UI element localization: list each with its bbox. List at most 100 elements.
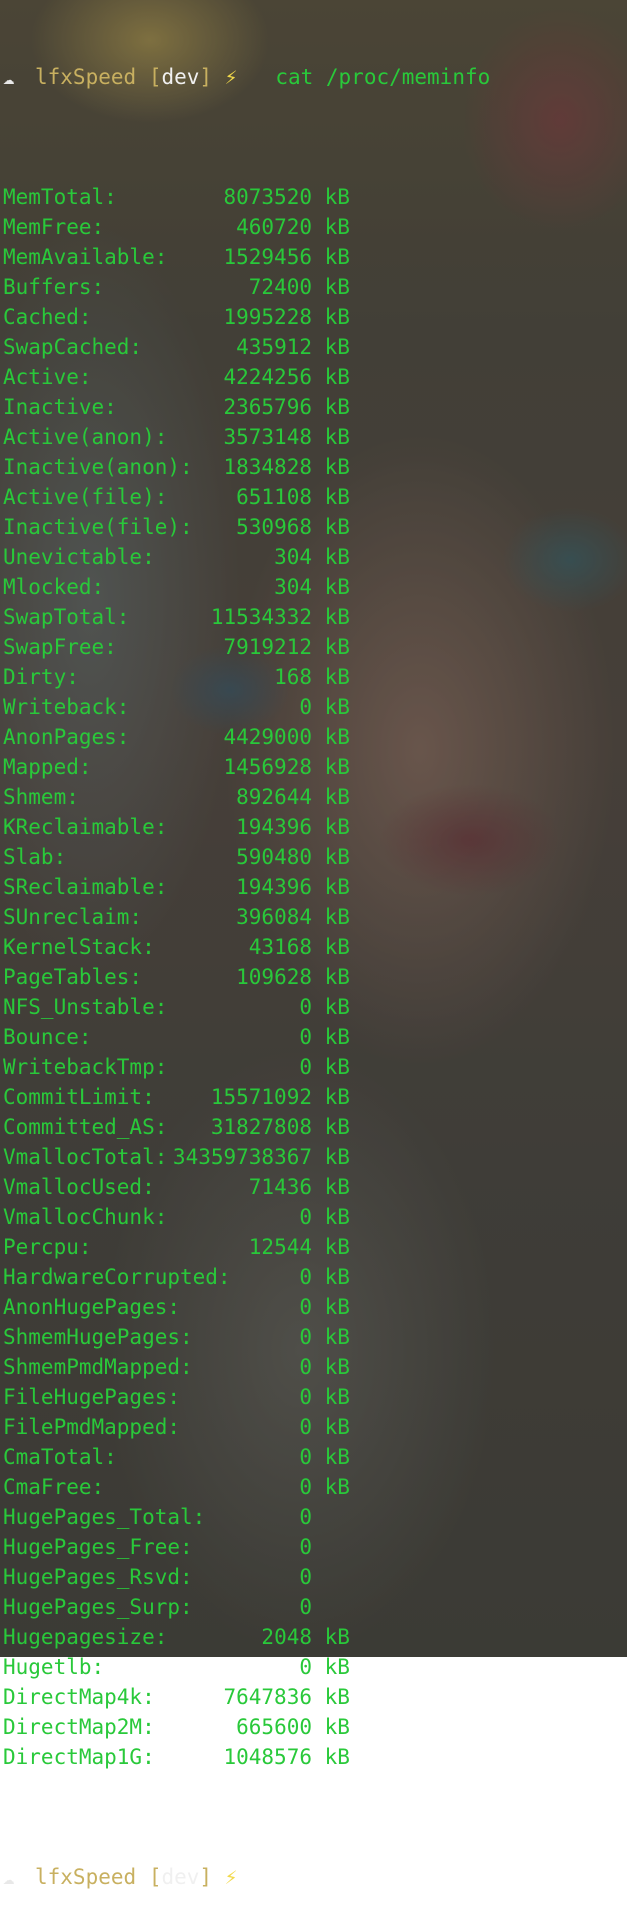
- meminfo-key: PageTables:: [3, 965, 143, 989]
- meminfo-key: DirectMap2M:: [3, 1715, 155, 1739]
- meminfo-row: MemAvailable: 1529456 kB: [3, 242, 627, 272]
- meminfo-value: 892644: [236, 785, 312, 809]
- meminfo-row: Percpu: 12544 kB: [3, 1232, 627, 1262]
- meminfo-key: Bounce:: [3, 1025, 92, 1049]
- meminfo-key: SwapCached:: [3, 335, 143, 359]
- meminfo-value: 34359738367: [172, 1145, 312, 1169]
- final-command-prompt[interactable]: ☁ lfxSpeed [dev] ⚡: [3, 1862, 627, 1892]
- meminfo-key: VmallocChunk:: [3, 1205, 168, 1229]
- meminfo-unit: kB: [324, 1625, 350, 1649]
- meminfo-value: 0: [299, 1445, 312, 1469]
- meminfo-unit: kB: [324, 485, 350, 509]
- meminfo-row: HugePages_Free: 0: [3, 1532, 627, 1562]
- meminfo-value: 4224256: [223, 365, 312, 389]
- meminfo-value: 109628: [236, 965, 312, 989]
- meminfo-unit: kB: [324, 185, 350, 209]
- meminfo-key: Inactive(anon):: [3, 455, 193, 479]
- meminfo-value: 435912: [236, 335, 312, 359]
- meminfo-key: NFS_Unstable:: [3, 995, 168, 1019]
- meminfo-unit: kB: [324, 1715, 350, 1739]
- meminfo-unit: kB: [324, 725, 350, 749]
- meminfo-key: KernelStack:: [3, 935, 155, 959]
- meminfo-key: Hugepagesize:: [3, 1625, 168, 1649]
- meminfo-unit: kB: [324, 395, 350, 419]
- meminfo-unit: kB: [324, 1145, 350, 1169]
- meminfo-row: FilePmdMapped: 0 kB: [3, 1412, 627, 1442]
- prompt-bracket-open: [: [148, 65, 162, 89]
- meminfo-key: Unevictable:: [3, 545, 155, 569]
- cloud-icon: ☁: [3, 1867, 15, 1889]
- meminfo-row: KernelStack: 43168 kB: [3, 932, 627, 962]
- meminfo-unit: kB: [324, 1085, 350, 1109]
- meminfo-unit: kB: [324, 965, 350, 989]
- meminfo-row: NFS_Unstable: 0 kB: [3, 992, 627, 1022]
- meminfo-key: FileHugePages:: [3, 1385, 181, 1409]
- meminfo-row: HugePages_Total: 0: [3, 1502, 627, 1532]
- meminfo-row: Committed_AS: 31827808 kB: [3, 1112, 627, 1142]
- meminfo-key: ShmemHugePages:: [3, 1325, 193, 1349]
- meminfo-unit: kB: [324, 1415, 350, 1439]
- meminfo-value: 15571092: [210, 1085, 312, 1109]
- meminfo-value: 1834828: [223, 455, 312, 479]
- meminfo-key: HugePages_Free:: [3, 1535, 193, 1559]
- prompt-bracket-close: ]: [199, 65, 213, 89]
- meminfo-key: Shmem:: [3, 785, 79, 809]
- prompt-branch: dev: [161, 65, 200, 89]
- meminfo-row: SwapFree: 7919212 kB: [3, 632, 627, 662]
- prompt-host: lfxSpeed: [35, 65, 137, 89]
- meminfo-key: KReclaimable:: [3, 815, 168, 839]
- meminfo-value: 0: [299, 1265, 312, 1289]
- meminfo-unit: kB: [324, 1745, 350, 1769]
- cloud-icon: ☁: [3, 67, 15, 89]
- terminal-output[interactable]: ☁ lfxSpeed [dev] ⚡ cat /proc/meminfo MemT…: [3, 2, 627, 1922]
- meminfo-unit: kB: [324, 1325, 350, 1349]
- meminfo-key: Committed_AS:: [3, 1115, 168, 1139]
- meminfo-value: 0: [299, 1025, 312, 1049]
- meminfo-row: Inactive(anon): 1834828 kB: [3, 452, 627, 482]
- meminfo-row: ShmemPmdMapped: 0 kB: [3, 1352, 627, 1382]
- meminfo-value: 0: [299, 1595, 312, 1619]
- meminfo-value: 1529456: [223, 245, 312, 269]
- meminfo-unit: kB: [324, 1175, 350, 1199]
- meminfo-row: Unevictable: 304 kB: [3, 542, 627, 572]
- meminfo-row: AnonHugePages: 0 kB: [3, 1292, 627, 1322]
- meminfo-unit: kB: [324, 275, 350, 299]
- meminfo-value: 2365796: [223, 395, 312, 419]
- prompt-host: lfxSpeed: [35, 1865, 137, 1889]
- meminfo-unit: kB: [324, 875, 350, 899]
- meminfo-value: 43168: [248, 935, 312, 959]
- meminfo-value: 0: [299, 1325, 312, 1349]
- meminfo-unit: kB: [324, 695, 350, 719]
- meminfo-value: 31827808: [210, 1115, 312, 1139]
- meminfo-key: AnonPages:: [3, 725, 130, 749]
- meminfo-row: VmallocChunk: 0 kB: [3, 1202, 627, 1232]
- meminfo-value: 530968: [236, 515, 312, 539]
- meminfo-value: 7647836: [223, 1685, 312, 1709]
- meminfo-key: Active(file):: [3, 485, 168, 509]
- meminfo-key: DirectMap4k:: [3, 1685, 155, 1709]
- meminfo-row: Inactive: 2365796 kB: [3, 392, 627, 422]
- meminfo-value: 1456928: [223, 755, 312, 779]
- meminfo-row: CommitLimit: 15571092 kB: [3, 1082, 627, 1112]
- meminfo-value: 1048576: [223, 1745, 312, 1769]
- meminfo-key: HugePages_Total:: [3, 1505, 206, 1529]
- meminfo-key: Mapped:: [3, 755, 92, 779]
- meminfo-row: VmallocUsed: 71436 kB: [3, 1172, 627, 1202]
- meminfo-unit: kB: [324, 1265, 350, 1289]
- meminfo-value: 0: [299, 1055, 312, 1079]
- meminfo-key: MemAvailable:: [3, 245, 168, 269]
- meminfo-value: 194396: [236, 815, 312, 839]
- meminfo-key: FilePmdMapped:: [3, 1415, 181, 1439]
- meminfo-value: 7919212: [223, 635, 312, 659]
- meminfo-key: ShmemPmdMapped:: [3, 1355, 193, 1379]
- meminfo-key: MemFree:: [3, 215, 105, 239]
- meminfo-unit: kB: [324, 425, 350, 449]
- meminfo-value: 2048: [261, 1625, 312, 1649]
- meminfo-value: 590480: [236, 845, 312, 869]
- meminfo-key: SUnreclaim:: [3, 905, 143, 929]
- meminfo-row: Slab: 590480 kB: [3, 842, 627, 872]
- meminfo-key: Inactive:: [3, 395, 117, 419]
- meminfo-row: Writeback: 0 kB: [3, 692, 627, 722]
- meminfo-key: Mlocked:: [3, 575, 105, 599]
- meminfo-unit: kB: [324, 365, 350, 389]
